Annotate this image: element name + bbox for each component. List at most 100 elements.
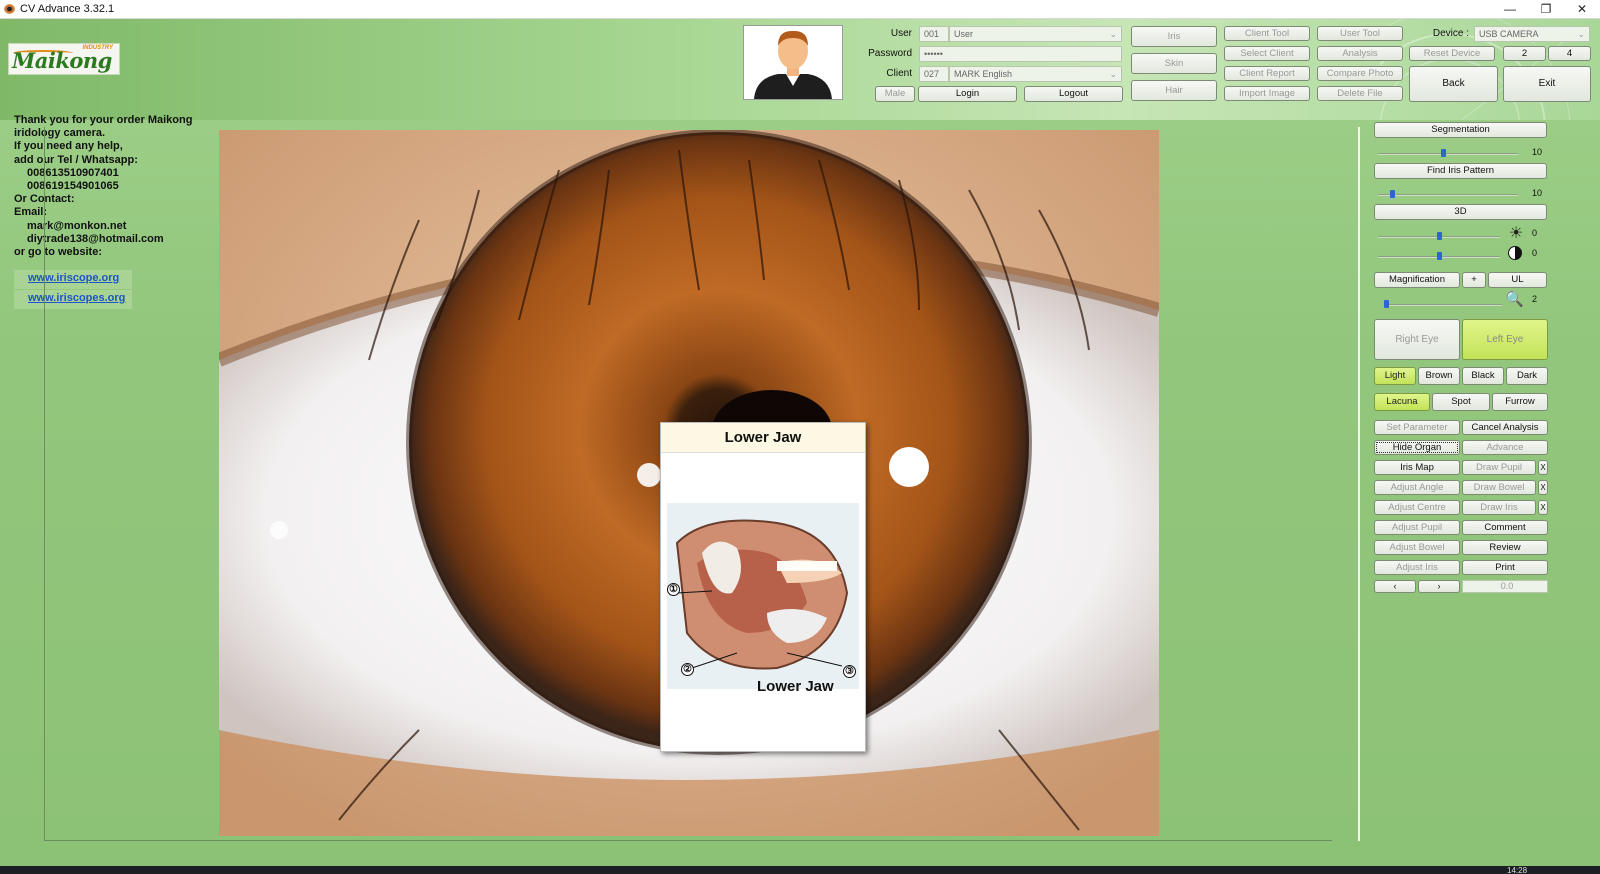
iris-mode-button[interactable]: Iris	[1131, 26, 1217, 47]
exit-button[interactable]: Exit	[1503, 66, 1591, 102]
info-line: Thank you for your order Maikong	[14, 114, 193, 126]
magnification-value: 2	[1532, 294, 1538, 304]
label-1: ①	[667, 583, 680, 596]
magnifier-icon: 🔍	[1505, 291, 1524, 308]
user-id-field: 001	[919, 26, 949, 42]
segmentation-slider-thumb[interactable]	[1441, 149, 1446, 157]
magnification-slider-thumb[interactable]	[1384, 300, 1389, 308]
grid-2-button[interactable]: 2	[1503, 46, 1546, 61]
adjust-bowel-button[interactable]: Adjust Bowel	[1374, 540, 1460, 555]
client-select[interactable]: MARK English ⌄	[949, 66, 1122, 82]
zoom-plus-button[interactable]: +	[1462, 272, 1486, 288]
cancel-analysis-button[interactable]: Cancel Analysis	[1462, 420, 1548, 435]
brand-logo: Maikong INDUSTRY	[8, 43, 120, 75]
user-label: User	[890, 28, 912, 39]
panel-separator[interactable]	[1358, 127, 1360, 841]
hair-mode-button[interactable]: Hair	[1131, 80, 1217, 101]
contrast-icon	[1508, 246, 1522, 260]
user-select[interactable]: User ⌄	[949, 26, 1122, 42]
select-client-button[interactable]: Select Client	[1224, 46, 1310, 61]
nav-next-button[interactable]: ›	[1418, 580, 1460, 593]
draw-pupil-button[interactable]: Draw Pupil	[1462, 460, 1536, 475]
angle-value-field[interactable]: 0.0	[1462, 580, 1548, 593]
login-button[interactable]: Login	[918, 86, 1017, 102]
pattern-slider-thumb[interactable]	[1390, 190, 1395, 198]
draw-iris-button[interactable]: Draw Iris	[1462, 500, 1536, 515]
grid-4-button[interactable]: 4	[1548, 46, 1591, 61]
compare-photo-button[interactable]: Compare Photo	[1317, 66, 1403, 81]
delete-file-button[interactable]: Delete File	[1317, 86, 1403, 101]
black-button[interactable]: Black	[1462, 367, 1504, 385]
left-eye-button[interactable]: Left Eye	[1462, 319, 1548, 360]
client-report-button[interactable]: Client Report	[1224, 66, 1310, 81]
close-button[interactable]: ✕	[1564, 0, 1600, 19]
print-button[interactable]: Print	[1462, 560, 1548, 575]
brown-button[interactable]: Brown	[1418, 367, 1460, 385]
title-bar: CV Advance 3.32.1 — ❐ ✕	[0, 0, 1600, 19]
jaw-anatomy-icon	[667, 503, 859, 689]
pattern-slider[interactable]	[1378, 194, 1518, 196]
advance-button[interactable]: Advance	[1462, 440, 1548, 455]
segmentation-button[interactable]: Segmentation	[1374, 122, 1547, 138]
draw-bowel-button[interactable]: Draw Bowel	[1462, 480, 1536, 495]
pattern-value: 10	[1532, 188, 1543, 198]
person-icon	[754, 30, 832, 99]
password-label: Password	[868, 48, 912, 59]
analysis-button[interactable]: Analysis	[1317, 46, 1403, 61]
adjust-centre-button[interactable]: Adjust Centre	[1374, 500, 1460, 515]
maximize-button[interactable]: ❐	[1528, 0, 1564, 19]
nav-prev-button[interactable]: ‹	[1374, 580, 1416, 593]
ul-button[interactable]: UL	[1488, 272, 1547, 288]
client-label: Client	[886, 68, 912, 79]
user-tool-button[interactable]: User Tool	[1317, 26, 1403, 41]
set-parameter-button[interactable]: Set Parameter	[1374, 420, 1460, 435]
taskbar-clock: 14:28	[1507, 866, 1528, 874]
sun-icon: ☀	[1508, 225, 1524, 242]
light-button[interactable]: Light	[1374, 367, 1416, 385]
back-button[interactable]: Back	[1409, 66, 1498, 102]
organ-popup: Lower Jaw ① ② ③ Lower Jaw	[660, 422, 866, 752]
skin-mode-button[interactable]: Skin	[1131, 53, 1217, 74]
draw-pupil-clear-button[interactable]: X	[1538, 460, 1548, 475]
segmentation-slider[interactable]	[1378, 153, 1518, 155]
iris-map-button[interactable]: Iris Map	[1374, 460, 1460, 475]
user-avatar	[743, 25, 843, 100]
import-image-button[interactable]: Import Image	[1224, 86, 1310, 101]
hide-organ-button[interactable]: Hide Organ	[1374, 440, 1460, 455]
logout-button[interactable]: Logout	[1024, 86, 1123, 102]
brightness-slider-thumb[interactable]	[1437, 232, 1442, 240]
password-field[interactable]: ••••••	[919, 46, 1122, 62]
popup-title: Lower Jaw	[661, 423, 865, 453]
adjust-pupil-button[interactable]: Adjust Pupil	[1374, 520, 1460, 535]
client-tool-button[interactable]: Client Tool	[1224, 26, 1310, 41]
device-select-value: USB CAMERA	[1479, 29, 1539, 39]
lacuna-button[interactable]: Lacuna	[1374, 393, 1430, 411]
minimize-button[interactable]: —	[1492, 0, 1528, 19]
app-eye-icon	[4, 4, 15, 14]
magnification-slider[interactable]	[1384, 304, 1502, 306]
brightness-value: 0	[1532, 228, 1538, 238]
gender-button[interactable]: Male	[875, 86, 915, 102]
device-select[interactable]: USB CAMERA ⌄	[1474, 26, 1590, 42]
segmentation-value: 10	[1532, 147, 1543, 157]
magnification-button[interactable]: Magnification	[1374, 272, 1460, 288]
device-label: Device :	[1432, 28, 1469, 39]
contrast-slider-thumb[interactable]	[1437, 252, 1442, 260]
adjust-iris-button[interactable]: Adjust Iris	[1374, 560, 1460, 575]
find-iris-pattern-button[interactable]: Find Iris Pattern	[1374, 163, 1547, 179]
right-eye-button[interactable]: Right Eye	[1374, 319, 1460, 360]
chevron-down-icon: ⌄	[1109, 69, 1117, 79]
dark-button[interactable]: Dark	[1506, 367, 1548, 385]
chevron-down-icon: ⌄	[1577, 29, 1585, 39]
review-button[interactable]: Review	[1462, 540, 1548, 555]
jaw-illustration	[667, 503, 859, 689]
furrow-button[interactable]: Furrow	[1492, 393, 1548, 411]
comment-button[interactable]: Comment	[1462, 520, 1548, 535]
3d-button[interactable]: 3D	[1374, 204, 1547, 220]
draw-iris-clear-button[interactable]: X	[1538, 500, 1548, 515]
spot-button[interactable]: Spot	[1432, 393, 1490, 411]
window-title: CV Advance 3.32.1	[20, 3, 115, 15]
reset-device-button[interactable]: Reset Device	[1409, 46, 1495, 61]
adjust-angle-button[interactable]: Adjust Angle	[1374, 480, 1460, 495]
draw-bowel-clear-button[interactable]: X	[1538, 480, 1548, 495]
